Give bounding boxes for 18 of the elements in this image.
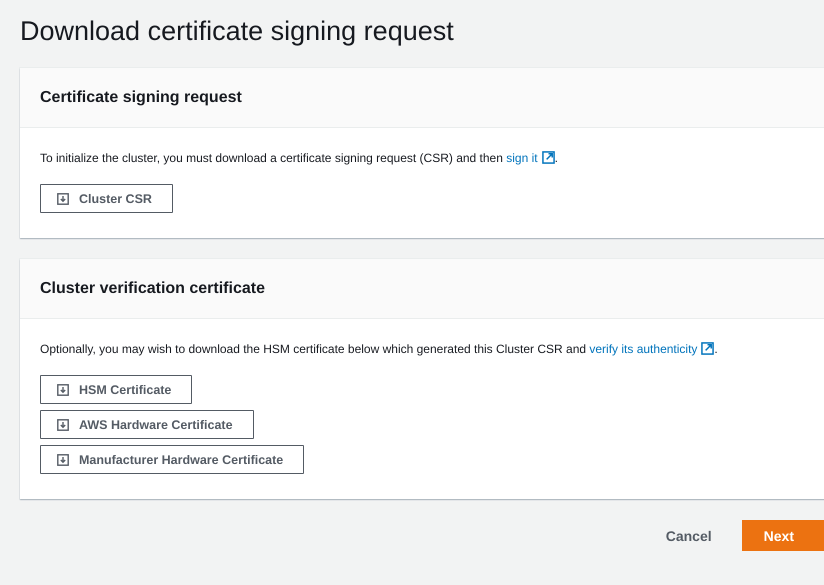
download-button[interactable]: HSM Certificate — [40, 375, 192, 404]
external-link[interactable]: verify its authenticity — [589, 342, 714, 356]
panel-heading: Cluster verification certificate — [40, 280, 265, 298]
panel-heading: Certificate signing request — [40, 88, 242, 106]
page-title: Download certificate signing request — [20, 15, 455, 48]
download-icon — [57, 418, 69, 430]
download-icon — [57, 454, 69, 466]
download-button[interactable]: AWS Hardware Certificate — [40, 410, 254, 439]
external-link[interactable]: sign it — [506, 151, 555, 165]
panel-description: To initialize the cluster, you must download a certificate signing request (CSR) and then sign it . — [40, 150, 559, 167]
panel-description: Optionally, you may wish to download the HSM certificate below which generated this Cluster CSR and verify its authenticity . — [40, 341, 719, 358]
external-link-icon — [701, 342, 714, 355]
external-link-icon — [542, 151, 555, 164]
download-button[interactable]: Manufacturer Hardware Certificate — [40, 445, 304, 474]
cancel-button[interactable]: Cancel — [658, 520, 720, 551]
download-button[interactable]: Cluster CSR — [40, 184, 173, 213]
download-icon — [57, 384, 69, 396]
download-icon — [57, 192, 69, 204]
